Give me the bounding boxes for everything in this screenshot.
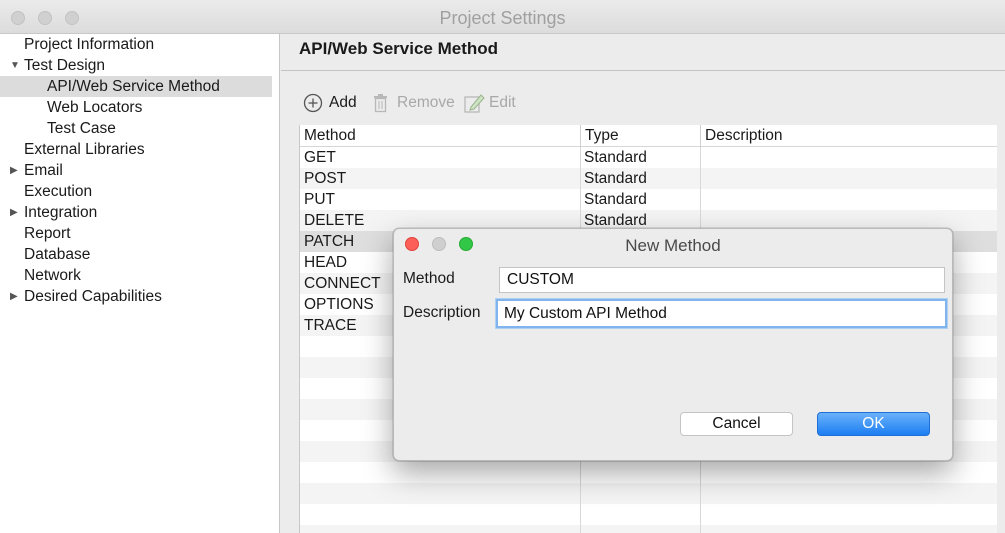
sidebar-item-label: External Libraries xyxy=(24,141,145,158)
sidebar-item-report[interactable]: Report xyxy=(0,223,272,244)
sidebar-item-label: Test Design xyxy=(24,57,105,74)
sidebar-item-label: Report xyxy=(24,225,71,242)
empty-row xyxy=(300,525,997,533)
triangle-right-icon[interactable]: ▶ xyxy=(10,160,18,181)
cell-method: CONNECT xyxy=(304,275,381,292)
table-header: Method Type Description xyxy=(300,125,997,147)
sidebar-item-external-libraries[interactable]: External Libraries xyxy=(0,139,272,160)
sidebar-item-email[interactable]: ▶ Email xyxy=(0,160,272,181)
sidebar-item-label: Test Case xyxy=(47,120,116,137)
dialog-title: New Method xyxy=(625,236,721,255)
column-header-method[interactable]: Method xyxy=(300,125,580,147)
sidebar-item-api-web-service-method[interactable]: API/Web Service Method xyxy=(0,76,272,97)
sidebar-item-label: Integration xyxy=(24,204,98,221)
sidebar-item-label: Web Locators xyxy=(47,99,143,116)
sidebar-item-label: Database xyxy=(24,246,91,263)
ok-button[interactable]: OK xyxy=(817,412,930,436)
cell-method: PUT xyxy=(304,191,335,208)
remove-button-label: Remove xyxy=(397,94,455,111)
new-method-dialog: New Method Method Description Cancel OK xyxy=(393,228,953,461)
column-header-description[interactable]: Description xyxy=(700,125,997,147)
method-label: Method xyxy=(403,270,455,287)
add-button[interactable]: Add xyxy=(303,92,365,114)
settings-sidebar: Project Information ▼ Test Design API/We… xyxy=(0,34,280,533)
column-header-type[interactable]: Type xyxy=(580,125,700,147)
sidebar-item-label: API/Web Service Method xyxy=(47,78,220,95)
empty-row xyxy=(300,504,997,525)
sidebar-item-test-design[interactable]: ▼ Test Design xyxy=(0,55,272,76)
sidebar-item-label: Execution xyxy=(24,183,93,200)
table-row[interactable]: POST Standard xyxy=(300,168,997,189)
description-field[interactable] xyxy=(496,299,947,328)
sidebar-item-integration[interactable]: ▶ Integration xyxy=(0,202,272,223)
method-field[interactable] xyxy=(499,267,945,293)
cell-method: PATCH xyxy=(304,233,355,250)
cell-method: OPTIONS xyxy=(304,296,374,313)
sidebar-item-label: Desired Capabilities xyxy=(24,288,162,305)
edit-button-label: Edit xyxy=(489,94,516,111)
cell-type: Standard xyxy=(584,191,647,208)
sidebar-item-execution[interactable]: Execution xyxy=(0,181,272,202)
empty-row xyxy=(300,483,997,504)
cell-method: HEAD xyxy=(304,254,348,271)
edit-button[interactable]: Edit xyxy=(463,92,523,114)
sidebar-item-network[interactable]: Network xyxy=(0,265,272,286)
sidebar-item-web-locators[interactable]: Web Locators xyxy=(0,97,272,118)
window-titlebar: Project Settings xyxy=(0,0,1005,34)
add-button-label: Add xyxy=(329,94,357,111)
cell-method: GET xyxy=(304,149,336,166)
sidebar-item-database[interactable]: Database xyxy=(0,244,272,265)
cell-method: TRACE xyxy=(304,317,357,334)
pencil-icon xyxy=(464,94,485,113)
remove-button[interactable]: Remove xyxy=(371,92,457,114)
sidebar-item-project-information[interactable]: Project Information xyxy=(0,34,272,55)
cell-method: DELETE xyxy=(304,212,365,229)
triangle-right-icon[interactable]: ▶ xyxy=(10,286,18,307)
sidebar-item-test-case[interactable]: Test Case xyxy=(0,118,272,139)
table-row[interactable]: PUT Standard xyxy=(300,189,997,210)
title-divider xyxy=(281,70,1005,71)
description-label: Description xyxy=(403,304,481,321)
window-title: Project Settings xyxy=(439,8,566,28)
triangle-right-icon[interactable]: ▶ xyxy=(10,202,18,223)
sidebar-item-label: Project Information xyxy=(24,36,155,53)
sidebar-item-label: Network xyxy=(24,267,81,284)
sidebar-item-desired-capabilities[interactable]: ▶ Desired Capabilities xyxy=(0,286,272,307)
cell-type: Standard xyxy=(584,149,647,166)
cell-method: POST xyxy=(304,170,347,187)
sidebar-item-label: Email xyxy=(24,162,63,179)
cell-type: Standard xyxy=(584,170,647,187)
dialog-titlebar: New Method xyxy=(394,229,952,261)
empty-row xyxy=(300,462,997,483)
triangle-down-icon[interactable]: ▼ xyxy=(10,55,20,76)
page-title: API/Web Service Method xyxy=(299,39,499,58)
table-row[interactable]: GET Standard xyxy=(300,147,997,168)
cancel-button[interactable]: Cancel xyxy=(680,412,793,436)
plus-circle-icon xyxy=(303,93,323,113)
trash-icon xyxy=(374,94,387,113)
